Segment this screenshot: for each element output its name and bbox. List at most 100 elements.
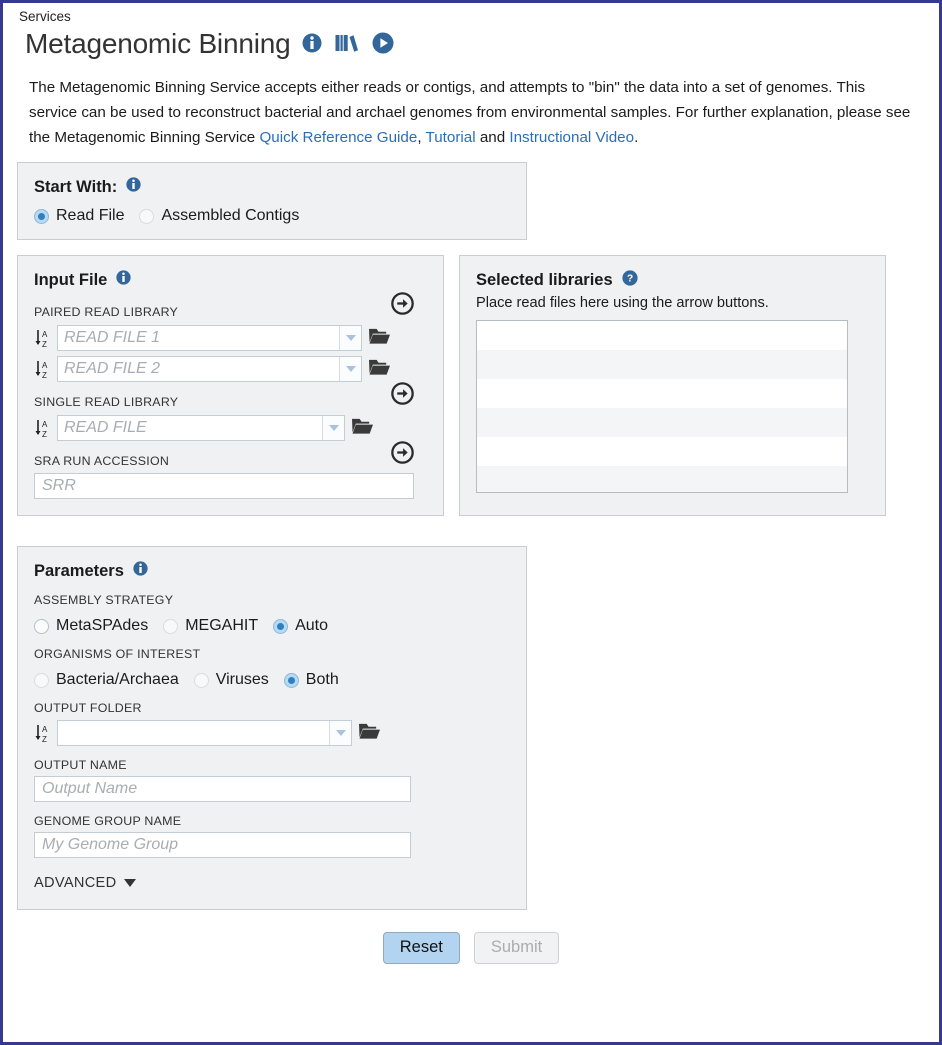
breadcrumb[interactable]: Services xyxy=(17,9,925,25)
info-icon-parameters[interactable] xyxy=(133,561,148,581)
radio-auto[interactable] xyxy=(273,618,289,634)
add-paired-library-arrow-button[interactable] xyxy=(391,292,414,320)
list-item[interactable] xyxy=(477,466,847,492)
browse-folder-icon-single-read-file[interactable] xyxy=(351,416,374,441)
radio-option-read-file[interactable]: Read File xyxy=(34,207,124,225)
page-title: Metagenomic Binning xyxy=(25,28,291,59)
browse-folder-icon-read-file-2[interactable] xyxy=(368,357,391,382)
list-item[interactable] xyxy=(477,321,847,350)
single-read-library-header: SINGLE READ LIBRARY xyxy=(34,382,414,410)
info-icon-input-file[interactable] xyxy=(116,270,131,290)
radio-option-metaspades[interactable]: MetaSPAdes xyxy=(34,617,148,635)
add-single-library-arrow-button[interactable] xyxy=(391,382,414,410)
output-folder-select[interactable] xyxy=(57,720,352,746)
description-end: . xyxy=(634,129,639,146)
books-library-icon[interactable] xyxy=(335,33,359,58)
description-sep-2: and xyxy=(475,129,510,146)
radio-viruses-label: Viruses xyxy=(215,671,269,688)
chevron-down-icon-advanced[interactable] xyxy=(124,879,137,887)
header-icon-group xyxy=(302,32,394,59)
output-name-label: OUTPUT NAME xyxy=(34,758,127,772)
list-item[interactable] xyxy=(477,379,847,408)
single-read-library-label: SINGLE READ LIBRARY xyxy=(34,395,179,409)
read-file-2-value: READ FILE 2 xyxy=(64,360,161,377)
selected-libraries-label: Selected libraries xyxy=(476,271,613,289)
reset-button[interactable]: Reset xyxy=(382,932,460,964)
chevron-down-icon-output-folder[interactable] xyxy=(329,721,351,745)
radio-both-label: Both xyxy=(305,671,339,688)
parameters-panel: Parameters ASSEMBLY STRATEGY MetaSPAdes … xyxy=(17,546,527,910)
input-file-title-row: Input File xyxy=(34,270,427,290)
radio-bacteria-archaea-label: Bacteria/Archaea xyxy=(56,671,179,688)
sort-alpha-icon-read-file-1[interactable]: A Z xyxy=(34,327,51,349)
read-file-1-select[interactable]: READ FILE 1 xyxy=(57,325,362,351)
start-with-radio-group: Read File Assembled Contigs xyxy=(34,207,510,225)
read-file-2-select[interactable]: READ FILE 2 xyxy=(57,356,362,382)
assembly-strategy-radio-group: MetaSPAdes MEGAHIT Auto xyxy=(34,617,510,635)
output-name-value: Output Name xyxy=(42,780,138,797)
radio-metaspades[interactable] xyxy=(34,618,49,634)
output-name-input[interactable]: Output Name xyxy=(34,776,411,802)
add-sra-arrow-button[interactable] xyxy=(391,441,414,469)
radio-option-auto[interactable]: Auto xyxy=(273,617,328,635)
chevron-down-icon-single-read-file[interactable] xyxy=(322,416,344,440)
description-sep-1: , xyxy=(417,129,426,146)
radio-option-both[interactable]: Both xyxy=(283,671,339,689)
read-file-2-row: A Z READ FILE 2 xyxy=(34,356,427,382)
quick-reference-guide-link[interactable]: Quick Reference Guide xyxy=(259,129,417,146)
sort-alpha-icon-single-read-file[interactable]: A Z xyxy=(34,417,51,439)
browse-folder-icon-read-file-1[interactable] xyxy=(368,326,391,351)
page-header: Metagenomic Binning xyxy=(17,27,925,61)
parameters-title-row: Parameters xyxy=(34,561,510,581)
radio-option-megahit[interactable]: MEGAHIT xyxy=(163,617,258,635)
radio-megahit-label: MEGAHIT xyxy=(185,617,259,634)
selected-libraries-hint: Place read files here using the arrow bu… xyxy=(476,295,769,311)
radio-both[interactable] xyxy=(283,672,299,688)
list-item[interactable] xyxy=(477,437,847,466)
radio-megahit[interactable] xyxy=(163,618,179,634)
radio-read-file-label: Read File xyxy=(56,207,125,224)
input-file-label: Input File xyxy=(34,270,108,289)
chevron-down-icon-read-file-1[interactable] xyxy=(339,326,361,350)
sra-run-accession-input[interactable]: SRR xyxy=(34,473,414,499)
play-video-icon[interactable] xyxy=(372,32,394,59)
info-icon-start-with[interactable] xyxy=(126,177,141,197)
form-actions: Reset Submit xyxy=(17,932,925,964)
radio-bacteria-archaea[interactable] xyxy=(34,672,49,688)
input-file-panel: Input File PAIRED READ LIBRARY A Z READ … xyxy=(17,255,444,516)
sort-alpha-icon-output-folder[interactable]: A Z xyxy=(34,722,51,744)
list-item[interactable] xyxy=(477,408,847,437)
radio-read-file[interactable] xyxy=(34,208,49,224)
submit-button[interactable]: Submit xyxy=(473,932,560,964)
paired-read-library-label: PAIRED READ LIBRARY xyxy=(34,305,179,319)
selected-libraries-listbox[interactable] xyxy=(476,320,848,493)
chevron-down-icon-read-file-2[interactable] xyxy=(339,357,361,381)
info-circle-icon[interactable] xyxy=(302,33,322,58)
sra-run-accession-value: SRR xyxy=(42,477,76,494)
svg-text:A: A xyxy=(42,361,48,370)
svg-text:Z: Z xyxy=(42,735,47,744)
tutorial-link[interactable]: Tutorial xyxy=(426,129,476,146)
help-circle-icon-selected-libraries[interactable]: ? xyxy=(622,270,638,291)
radio-option-bacteria-archaea[interactable]: Bacteria/Archaea xyxy=(34,671,179,689)
selected-libraries-panel: Selected libraries ? Place read files he… xyxy=(459,255,886,516)
radio-option-assembled-contigs[interactable]: Assembled Contigs xyxy=(139,207,299,225)
start-with-panel: Start With: Read File Assembled Contigs xyxy=(17,162,527,240)
service-page-frame: Services Metagenomic Binning The Metagen… xyxy=(0,0,942,1045)
single-read-file-select[interactable]: READ FILE xyxy=(57,415,345,441)
parameters-label: Parameters xyxy=(34,561,124,580)
radio-option-viruses[interactable]: Viruses xyxy=(193,671,269,689)
radio-assembled-contigs[interactable] xyxy=(139,208,155,224)
paired-read-library-header: PAIRED READ LIBRARY xyxy=(34,292,414,320)
genome-group-name-input[interactable]: My Genome Group xyxy=(34,832,411,858)
service-description: The Metagenomic Binning Service accepts … xyxy=(29,75,917,150)
browse-folder-icon-output-folder[interactable] xyxy=(358,721,381,746)
svg-text:Z: Z xyxy=(42,371,47,380)
svg-text:?: ? xyxy=(626,274,632,285)
organisms-radio-group: Bacteria/Archaea Viruses Both xyxy=(34,671,510,689)
advanced-toggle[interactable]: ADVANCED xyxy=(34,875,510,891)
radio-viruses[interactable] xyxy=(193,672,209,688)
instructional-video-link[interactable]: Instructional Video xyxy=(509,129,634,146)
list-item[interactable] xyxy=(477,350,847,379)
sort-alpha-icon-read-file-2[interactable]: A Z xyxy=(34,358,51,380)
